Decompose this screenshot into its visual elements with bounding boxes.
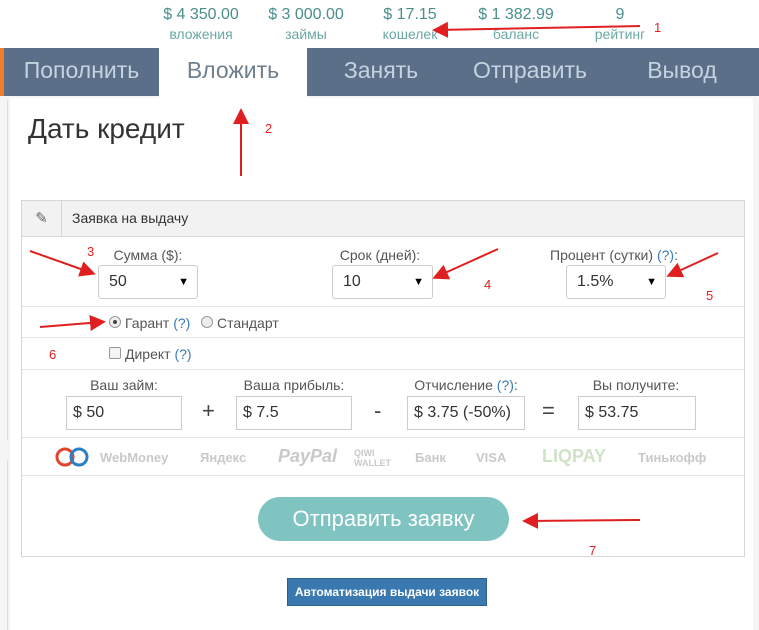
panel-title: Заявка на выдачу: [72, 210, 189, 226]
plus-sign: +: [202, 398, 215, 423]
tab-invest[interactable]: Вложить: [159, 48, 307, 98]
guarantee-help-link[interactable]: (?): [173, 315, 190, 331]
direct-help-link[interactable]: (?): [174, 346, 191, 362]
caret-down-icon: ▼: [178, 276, 189, 288]
caret-down-icon: ▼: [413, 276, 424, 288]
chain-logo-icon: [55, 447, 89, 467]
automation-button[interactable]: Автоматизация выдачи заявок: [287, 578, 487, 606]
direct-label: Директ (?): [125, 346, 192, 362]
stat-value: $ 4 350.00: [163, 6, 239, 23]
standard-label: Стандарт: [217, 315, 279, 331]
stat-label: кошелек: [382, 26, 438, 42]
percent-select[interactable]: 1.5% ▼: [566, 265, 666, 299]
guarantee-label: Гарант (?): [125, 315, 190, 331]
stat-value: $ 17.15: [383, 6, 437, 23]
stat-value: $ 3 000.00: [268, 6, 344, 23]
stat-loans: $ 3 000.00 займы: [261, 5, 351, 43]
annotation-number: 6: [49, 347, 57, 362]
deduction-label-text: Отчисление: [414, 377, 493, 393]
visa-mastercard-logo: VISA: [476, 450, 507, 465]
guarantee-text: Гарант: [125, 315, 170, 331]
params-row: Сумма ($): 50 ▼ Срок (дней): 10 ▼ Процен…: [22, 237, 744, 307]
deduction-label-suffix: :: [513, 377, 518, 393]
paypal-logo: PayPal: [278, 446, 338, 466]
direct-text: Директ: [125, 346, 171, 362]
tab-deposit[interactable]: Пополнить: [4, 48, 159, 96]
payment-methods-row: WebMoney Яндекс PayPal QIWI WALLET Банк …: [22, 438, 744, 476]
percent-value: 1.5%: [577, 273, 614, 290]
guarantee-radio[interactable]: [109, 316, 121, 328]
page-title: Дать кредит: [28, 113, 185, 144]
annotation-number: 3: [87, 244, 95, 259]
panel-header: ✎ Заявка на выдачу: [22, 201, 744, 237]
stat-label: баланс: [492, 26, 540, 42]
pencil-icon: ✎: [22, 201, 62, 236]
webmoney-logo: WebMoney: [100, 450, 169, 465]
stat-label: рейтинг: [594, 26, 646, 42]
stat-value: 9: [615, 6, 625, 23]
loan-label: Ваш займ:: [90, 377, 158, 393]
page-root: $ 4 350.00 вложения $ 3 000.00 займы $ 1…: [0, 0, 759, 630]
direct-checkbox[interactable]: [109, 347, 121, 359]
annotation-number: 7: [589, 543, 597, 558]
deduction-field[interactable]: $ 3.75 (-50%): [407, 396, 525, 430]
tab-borrow[interactable]: Занять: [307, 48, 455, 96]
amount-label: Сумма ($):: [113, 247, 183, 263]
receive-field[interactable]: $ 53.75: [578, 396, 696, 430]
profit-field[interactable]: $ 7.5: [236, 396, 352, 430]
annotation-number: 1: [654, 20, 662, 35]
stat-label: займы: [285, 26, 327, 42]
percent-help-link[interactable]: (?): [657, 247, 674, 263]
minus-sign: -: [374, 398, 382, 423]
liqpay-logo: LIQPAY: [542, 446, 607, 466]
amount-value: 50: [109, 273, 127, 290]
caret-down-icon: ▼: [646, 276, 657, 288]
main-tabs: Пополнить Вложить Занять Отправить Вывод: [0, 48, 759, 98]
tab-send[interactable]: Отправить: [455, 48, 605, 96]
stat-wallet: $ 17.15 кошелек: [374, 5, 446, 43]
guarantee-row: Гарант (?) Стандарт: [22, 307, 744, 338]
term-label: Срок (дней):: [339, 247, 421, 263]
deduction-label: Отчисление (?):: [406, 377, 526, 393]
sidebar-edge: [0, 460, 8, 630]
annotation-number: 4: [484, 277, 492, 292]
tinkoff-logo: Тинькофф: [638, 450, 707, 465]
sidebar-edge: [0, 100, 8, 440]
annotation-number: 2: [265, 121, 273, 136]
stat-investments: $ 4 350.00 вложения: [155, 5, 247, 43]
percent-label-text: Процент (сутки): [550, 247, 654, 263]
term-select[interactable]: 10 ▼: [332, 265, 433, 299]
amount-select[interactable]: 50 ▼: [98, 265, 198, 299]
stats-bar: $ 4 350.00 вложения $ 3 000.00 займы $ 1…: [0, 0, 759, 48]
bank-logo: Банк: [415, 450, 446, 465]
qiwi-logo: QIWI WALLET: [354, 448, 391, 468]
submit-request-button[interactable]: Отправить заявку: [258, 497, 509, 541]
percent-label: Процент (сутки) (?):: [544, 247, 684, 263]
stat-balance: $ 1 382.99 баланс: [470, 5, 562, 43]
deduction-help-link[interactable]: (?): [497, 377, 514, 393]
stat-rating: 9 рейтинг: [585, 5, 655, 43]
annotation-number: 5: [706, 288, 714, 303]
direct-row: Директ (?): [22, 338, 744, 370]
receive-label: Вы получите:: [592, 377, 680, 393]
profit-label: Ваша прибыль:: [243, 377, 345, 393]
equals-sign: =: [542, 398, 555, 423]
tab-withdraw[interactable]: Вывод: [605, 48, 759, 96]
stat-value: $ 1 382.99: [478, 6, 554, 23]
standard-radio[interactable]: [201, 316, 213, 328]
summary-row: Ваш займ: $ 50 + Ваша прибыль: $ 7.5 - О…: [22, 370, 744, 438]
webmoney-transfer-logo: [54, 447, 92, 467]
stat-label: вложения: [169, 26, 233, 42]
term-value: 10: [343, 273, 361, 290]
loan-field[interactable]: $ 50: [66, 396, 182, 430]
percent-label-suffix: :: [674, 247, 678, 263]
yandex-logo: Яндекс: [200, 450, 247, 465]
